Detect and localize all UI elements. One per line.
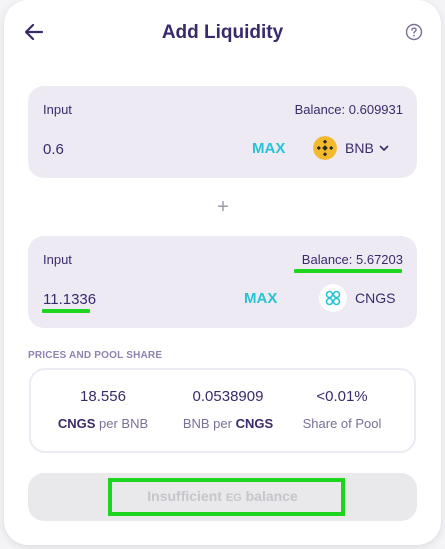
add-liquidity-card: Add Liquidity Input Balance: 0.609931 0.…: [4, 0, 441, 545]
input-label: Input: [43, 102, 72, 117]
stat-value: 18.556: [80, 388, 126, 405]
stat-label: BNB per CNGS: [168, 416, 288, 431]
highlight-box: [108, 478, 345, 516]
cngs-coin-icon: [319, 284, 347, 312]
amount-input[interactable]: 0.6: [43, 141, 64, 158]
pool-section-title: PRICES AND POOL SHARE: [28, 350, 163, 361]
bnb-coin-icon: [313, 136, 337, 160]
max-button[interactable]: MAX: [244, 290, 277, 307]
token-symbol: BNB: [345, 140, 374, 156]
stat-label-rest: per BNB: [95, 416, 149, 431]
balance-text: Balance: 5.67203: [301, 252, 403, 267]
stat-label-rest: BNB per: [182, 416, 236, 431]
help-icon[interactable]: [405, 23, 423, 41]
stat-bnb-per-cngs: 0.0538909 BNB per CNGS: [168, 388, 288, 431]
token-select-bnb[interactable]: BNB: [313, 133, 390, 163]
stat-label-bold: CNGS: [57, 416, 96, 431]
plus-icon: +: [217, 196, 229, 218]
stat-label: CNGS per BNB: [43, 416, 163, 431]
chevron-down-icon: [379, 145, 389, 151]
stat-cngs-per-bnb: 18.556 CNGS per BNB: [43, 388, 163, 431]
balance-text: Balance: 0.609931: [294, 102, 403, 117]
highlight-underline: [42, 309, 90, 313]
page-title: Add Liquidity: [161, 22, 284, 43]
token-select-cngs[interactable]: CNGS: [319, 283, 395, 313]
highlight-underline: [294, 269, 402, 273]
input-panel-bnb: Input Balance: 0.609931 0.6 MAX BNB: [28, 86, 417, 178]
stat-value: 0.0538909: [192, 388, 264, 405]
stat-label-bold: CNGS: [235, 416, 274, 431]
header: Add Liquidity: [4, 10, 441, 54]
token-symbol: CNGS: [355, 290, 396, 306]
amount-input[interactable]: 11.1336: [43, 291, 96, 308]
max-button[interactable]: MAX: [252, 140, 285, 157]
pool-stats-box: 18.556 CNGS per BNB 0.0538909 BNB per CN…: [29, 368, 416, 453]
stat-share-of-pool: <0.01% Share of Pool: [292, 388, 392, 431]
input-panel-cngs: Input Balance: 5.67203 11.1336 MAX CNGS: [28, 236, 417, 328]
stat-value: <0.01%: [316, 388, 368, 405]
stat-label: Share of Pool: [302, 416, 382, 431]
input-label: Input: [43, 252, 72, 267]
